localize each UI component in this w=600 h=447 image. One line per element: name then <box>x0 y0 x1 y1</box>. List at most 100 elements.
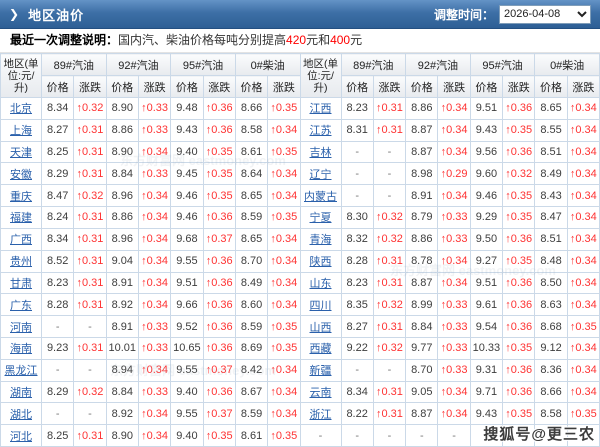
price-subheader: 价格 <box>469 75 504 98</box>
region-link[interactable]: 内蒙古 <box>304 191 337 203</box>
region-link[interactable]: 山西 <box>310 322 332 334</box>
region-cell[interactable]: 宁夏 <box>299 206 342 229</box>
price-cell: 8.52 <box>40 249 75 273</box>
region-cell[interactable]: 湖北 <box>0 402 42 426</box>
adjust-date-select[interactable]: 2026-04-08 <box>499 4 591 24</box>
change-cell: ↑0.34 <box>566 162 600 186</box>
table-row: 安徽 8.29 ↑0.31 8.84 ↑0.33 9.45 ↑0.35 8.64 ↑0.34 辽宁… <box>0 162 600 186</box>
change-cell: ↑0.34 <box>566 358 600 382</box>
region-link[interactable]: 江西 <box>310 103 332 115</box>
change-cell: ↑0.36 <box>502 97 536 120</box>
price-subheader: 价格 <box>340 75 374 98</box>
region-link[interactable]: 四川 <box>310 300 332 312</box>
region-link[interactable]: 青海 <box>310 234 332 246</box>
region-link[interactable]: 云南 <box>310 387 332 399</box>
region-cell[interactable]: 吉林 <box>299 140 342 164</box>
change-cell: ↑0.34 <box>566 140 600 164</box>
region-cell[interactable]: 山西 <box>299 315 342 338</box>
region-link[interactable]: 天津 <box>10 147 32 159</box>
region-link[interactable]: 甘肃 <box>10 278 32 290</box>
region-link[interactable]: 河北 <box>10 431 32 443</box>
region-cell[interactable]: 湖南 <box>0 380 42 404</box>
price-cell: 9.66 <box>170 293 204 317</box>
region-cell[interactable]: 安徽 <box>0 162 42 186</box>
change-cell: ↑0.34 <box>566 336 600 360</box>
region-cell[interactable]: 上海 <box>0 118 42 142</box>
region-link[interactable]: 上海 <box>10 125 32 137</box>
price-cell: - <box>405 424 439 447</box>
region-cell[interactable]: 贵州 <box>0 249 42 273</box>
region-link[interactable]: 安徽 <box>10 169 32 181</box>
region-link[interactable]: 湖南 <box>10 387 32 399</box>
region-cell[interactable]: 海南 <box>0 336 42 360</box>
region-cell[interactable]: 内蒙古 <box>299 184 342 208</box>
change-cell: ↑0.34 <box>137 293 172 317</box>
region-cell[interactable]: 陕西 <box>299 249 342 273</box>
region-link[interactable]: 黑龙江 <box>5 365 38 377</box>
fuel-header-0: 0#柴油 <box>534 53 600 76</box>
region-cell[interactable]: 广西 <box>0 227 42 251</box>
region-cell[interactable]: 江西 <box>299 97 342 120</box>
change-cell: ↑0.34 <box>437 271 471 295</box>
price-cell: 8.86 <box>405 227 439 251</box>
region-cell[interactable]: 河北 <box>0 424 42 447</box>
region-cell[interactable]: 北京 <box>0 97 42 120</box>
region-cell[interactable]: 天津 <box>0 140 42 164</box>
region-cell[interactable]: 云南 <box>299 380 342 404</box>
region-cell[interactable]: 广东 <box>0 293 42 317</box>
region-cell[interactable]: 重庆 <box>0 184 42 208</box>
change-cell: ↑0.33 <box>437 206 471 229</box>
region-link[interactable]: 北京 <box>10 103 32 115</box>
table-row: 上海 8.27 ↑0.31 8.86 ↑0.33 9.43 ↑0.36 8.58 ↑0.34 江苏… <box>0 118 600 142</box>
table-row: 湖南 8.29 ↑0.32 8.84 ↑0.33 9.40 ↑0.36 8.67 ↑0.34 云南… <box>0 380 600 404</box>
region-link[interactable]: 江苏 <box>310 125 332 137</box>
region-oil-price-widget: ❯ 地区油价 调整时间： 2026-04-08 最近一次调整说明：国内汽、柴油价… <box>0 0 600 447</box>
table-row: 湖北 - -8.92 ↑0.34 9.55 ↑0.37 8.59 ↑0.34 浙江 8.22 ↑0.… <box>0 402 600 426</box>
region-cell[interactable]: 福建 <box>0 206 42 229</box>
region-cell[interactable]: 江苏 <box>299 118 342 142</box>
change-subheader: 涨跌 <box>372 75 407 98</box>
region-column-header: 地区(单位:元/升) <box>299 53 342 98</box>
region-link[interactable]: 西藏 <box>310 343 332 355</box>
region-link[interactable]: 宁夏 <box>310 212 332 224</box>
price-cell: 8.28 <box>340 249 374 273</box>
region-link[interactable]: 广西 <box>10 234 32 246</box>
region-link[interactable]: 海南 <box>10 343 32 355</box>
region-link[interactable]: 河南 <box>10 322 32 334</box>
change-cell: ↑0.35 <box>267 336 301 360</box>
price-cell: 8.86 <box>105 206 139 229</box>
region-cell[interactable]: 山东 <box>299 271 342 295</box>
region-link[interactable]: 辽宁 <box>310 169 332 181</box>
price-cell: 8.49 <box>534 162 568 186</box>
region-link[interactable]: 贵州 <box>10 256 32 268</box>
region-link[interactable]: 浙江 <box>310 409 332 421</box>
change-cell: ↑0.35 <box>267 206 301 229</box>
region-link[interactable]: 重庆 <box>10 191 32 203</box>
region-cell[interactable]: 河南 <box>0 315 42 338</box>
region-cell[interactable]: 浙江 <box>299 402 342 426</box>
region-link[interactable]: 陕西 <box>310 256 332 268</box>
price-subheader: 价格 <box>405 75 439 98</box>
region-cell[interactable]: 甘肃 <box>0 271 42 295</box>
change-cell: ↑0.32 <box>73 97 107 120</box>
change-cell: ↑0.34 <box>437 380 471 404</box>
region-cell[interactable]: 黑龙江 <box>0 358 42 382</box>
region-cell: - <box>299 424 342 447</box>
change-cell: ↑0.35 <box>202 184 236 208</box>
region-cell[interactable]: 辽宁 <box>299 162 342 186</box>
region-link[interactable]: 吉林 <box>310 147 332 159</box>
region-link[interactable]: 广东 <box>10 300 32 312</box>
region-link[interactable]: 福建 <box>10 212 32 224</box>
change-cell: ↑0.31 <box>73 118 107 142</box>
price-cell: 9.46 <box>170 206 204 229</box>
region-cell[interactable]: 四川 <box>299 293 342 317</box>
price-cell: 8.98 <box>405 162 439 186</box>
region-cell[interactable]: 西藏 <box>299 336 342 360</box>
region-cell[interactable]: 新疆 <box>299 358 342 382</box>
region-link[interactable]: 山东 <box>310 278 332 290</box>
region-cell[interactable]: 青海 <box>299 227 342 251</box>
price-cell: 8.90 <box>105 424 139 447</box>
change-cell: ↑0.36 <box>202 97 236 120</box>
region-link[interactable]: 新疆 <box>310 365 332 377</box>
region-link[interactable]: 湖北 <box>10 409 32 421</box>
